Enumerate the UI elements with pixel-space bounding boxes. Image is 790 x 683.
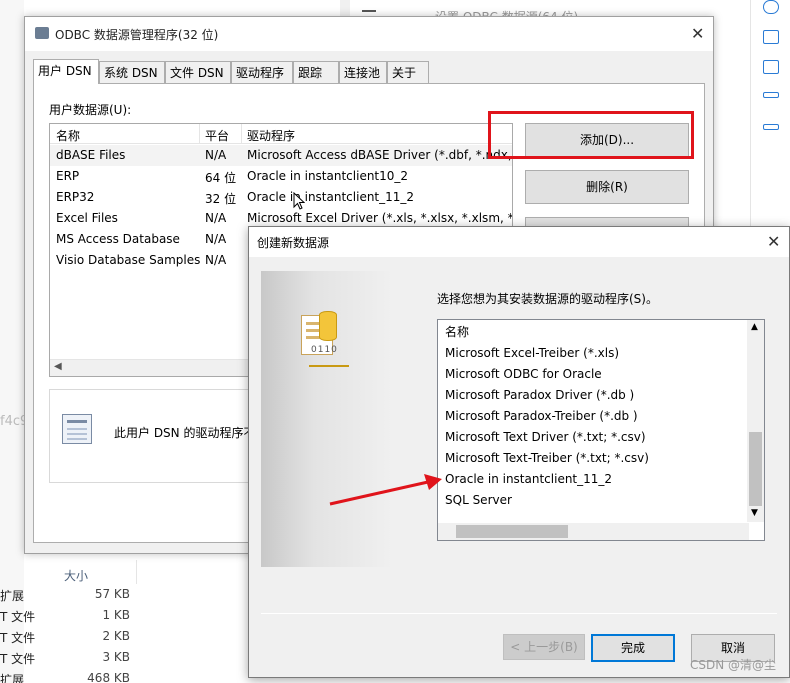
- list-item[interactable]: Microsoft ODBC for Oracle: [445, 367, 602, 381]
- scrollbar-thumb[interactable]: [749, 432, 762, 506]
- file-type: 扩展: [0, 589, 25, 603]
- dsn-platform: N/A: [205, 211, 227, 225]
- column-header-name[interactable]: 名称: [56, 127, 80, 144]
- driver-list-horizontal-scrollbar[interactable]: [438, 523, 749, 540]
- size-column-header[interactable]: 大小: [64, 567, 88, 584]
- list-item[interactable]: SQL Server: [445, 493, 512, 507]
- tab-connection-pooling[interactable]: 连接池: [339, 61, 387, 83]
- column-header-platform[interactable]: 平台: [205, 127, 229, 144]
- file-type: T 文件: [0, 652, 36, 666]
- file-row[interactable]: T 文件 1 KB: [0, 608, 210, 629]
- dsn-platform: 64 位: [205, 171, 237, 185]
- file-row[interactable]: T 文件 3 KB: [0, 650, 210, 671]
- scroll-down-icon[interactable]: ▼: [751, 508, 758, 518]
- dsn-name: dBASE Files: [56, 148, 126, 162]
- dsn-driver: Microsoft Access dBASE Driver (*.dbf, *.…: [247, 148, 512, 162]
- dsn-platform: N/A: [205, 253, 227, 267]
- column-divider: [241, 124, 242, 144]
- dsn-name: ERP: [56, 169, 80, 183]
- pin-icon[interactable]: [763, 92, 779, 98]
- driver-list-header[interactable]: 名称: [445, 323, 469, 340]
- close-icon[interactable]: ✕: [767, 234, 780, 250]
- dsn-name: Excel Files: [56, 211, 118, 225]
- file-row[interactable]: T 文件 2 KB: [0, 629, 210, 650]
- explorer-right-toolbar: [750, 0, 790, 240]
- driver-list[interactable]: 名称 Microsoft Excel-Treiber (*.xls) Micro…: [437, 319, 765, 541]
- dsn-name: ERP32: [56, 190, 95, 204]
- dsn-platform: 32 位: [205, 192, 237, 206]
- list-item[interactable]: Microsoft Excel-Treiber (*.xls): [445, 346, 619, 360]
- table-row[interactable]: ERP32 32 位 Oracle in instantclient_11_2: [50, 187, 512, 208]
- file-size: 468 KB: [87, 671, 130, 683]
- table-row[interactable]: ERP 64 位 Oracle in instantclient10_2: [50, 166, 512, 187]
- column-divider: [136, 560, 137, 584]
- file-size: 3 KB: [102, 650, 130, 664]
- connector-icon: [309, 361, 349, 367]
- file-size: 1 KB: [102, 608, 130, 622]
- copy-icon[interactable]: [763, 30, 779, 44]
- dsn-platform: N/A: [205, 148, 227, 162]
- tab-file-dsn[interactable]: 文件 DSN: [165, 61, 231, 83]
- database-icon: [62, 414, 92, 444]
- dsn-driver: Oracle in instantclient10_2: [247, 169, 409, 183]
- dsn-driver: Microsoft Excel Driver (*.xls, *.xlsx, *…: [247, 211, 512, 225]
- tab-user-dsn[interactable]: 用户 DSN: [33, 59, 99, 84]
- wizard-image-label: 0110: [311, 345, 338, 355]
- tab-about[interactable]: 关于: [387, 61, 429, 83]
- file-rows: 扩展 57 KB T 文件 1 KB T 文件 2 KB T 文件 3 KB 扩…: [0, 587, 210, 683]
- finish-button[interactable]: 完成: [591, 634, 675, 662]
- user-data-sources-label: 用户数据源(U):: [49, 103, 132, 117]
- explorer-left-strip: [0, 0, 24, 683]
- file-row[interactable]: 扩展 57 KB: [0, 587, 210, 608]
- back-button[interactable]: < 上一步(B): [503, 634, 585, 660]
- list-header: 名称 平台 驱动程序: [50, 124, 512, 144]
- dialog-titlebar: 创建新数据源 ✕: [249, 227, 789, 257]
- dsn-name: MS Access Database: [56, 232, 180, 246]
- tab-tracing[interactable]: 跟踪: [293, 61, 339, 83]
- odbc-app-icon: [35, 27, 49, 39]
- tab-drivers[interactable]: 驱动程序: [231, 61, 293, 83]
- file-size: 57 KB: [94, 587, 130, 601]
- tool-icon[interactable]: [763, 0, 779, 14]
- driver-prompt: 选择您想为其安装数据源的驱动程序(S)。: [437, 292, 658, 306]
- create-data-source-dialog: 创建新数据源 ✕ 0110 选择您想为其安装数据源的驱动程序(S)。 名称 Mi…: [248, 226, 790, 678]
- driver-list-vertical-scrollbar[interactable]: ▲ ▼: [747, 320, 764, 522]
- database-cylinder-icon: [319, 311, 337, 341]
- list-item[interactable]: Microsoft Paradox-Treiber (*.db ): [445, 409, 638, 423]
- dialog-title: 创建新数据源: [257, 236, 330, 250]
- dialog-separator: [261, 613, 777, 614]
- table-row[interactable]: dBASE Files N/A Microsoft Access dBASE D…: [50, 145, 512, 166]
- scroll-left-icon[interactable]: ◀: [54, 361, 62, 372]
- file-list: 大小 扩展 57 KB T 文件 1 KB T 文件 2 KB T 文件 3 K…: [0, 560, 210, 683]
- remove-button[interactable]: 删除(R): [525, 170, 689, 204]
- dsn-name: Visio Database Samples: [56, 253, 201, 267]
- file-type: T 文件: [0, 610, 36, 624]
- list-item[interactable]: Microsoft Paradox Driver (*.db ): [445, 388, 634, 402]
- file-size: 2 KB: [102, 629, 130, 643]
- red-arrow-icon: [329, 474, 442, 506]
- list-item[interactable]: Oracle in instantclient_11_2: [445, 472, 612, 486]
- dsn-info-text: 此用户 DSN 的驱动程序不: [114, 426, 256, 440]
- file-type: T 文件: [0, 631, 36, 645]
- list-item[interactable]: Microsoft Text Driver (*.txt; *.csv): [445, 430, 646, 444]
- odbc-titlebar: ODBC 数据源管理程序(32 位) ✕: [25, 17, 713, 51]
- highlight-box: [488, 111, 694, 159]
- close-icon[interactable]: ✕: [691, 26, 704, 42]
- column-header-driver[interactable]: 驱动程序: [247, 127, 295, 144]
- tab-system-dsn[interactable]: 系统 DSN: [99, 61, 165, 83]
- dsn-driver: Oracle in instantclient_11_2: [247, 190, 415, 204]
- dsn-platform: N/A: [205, 232, 227, 246]
- scroll-up-icon[interactable]: ▲: [751, 322, 758, 332]
- file-row[interactable]: 扩展 468 KB: [0, 671, 210, 683]
- odbc-window-title: ODBC 数据源管理程序(32 位): [55, 28, 219, 42]
- scrollbar-thumb[interactable]: [456, 525, 568, 538]
- mouse-cursor-icon: [293, 192, 305, 210]
- watermark: CSDN @清@尘: [689, 658, 776, 672]
- file-type: 扩展: [0, 673, 25, 683]
- bookmark-icon[interactable]: [763, 60, 779, 74]
- pin-icon-2[interactable]: [763, 124, 779, 130]
- column-divider: [199, 124, 200, 144]
- wizard-image: 0110: [261, 271, 393, 567]
- list-item[interactable]: Microsoft Text-Treiber (*.txt; *.csv): [445, 451, 649, 465]
